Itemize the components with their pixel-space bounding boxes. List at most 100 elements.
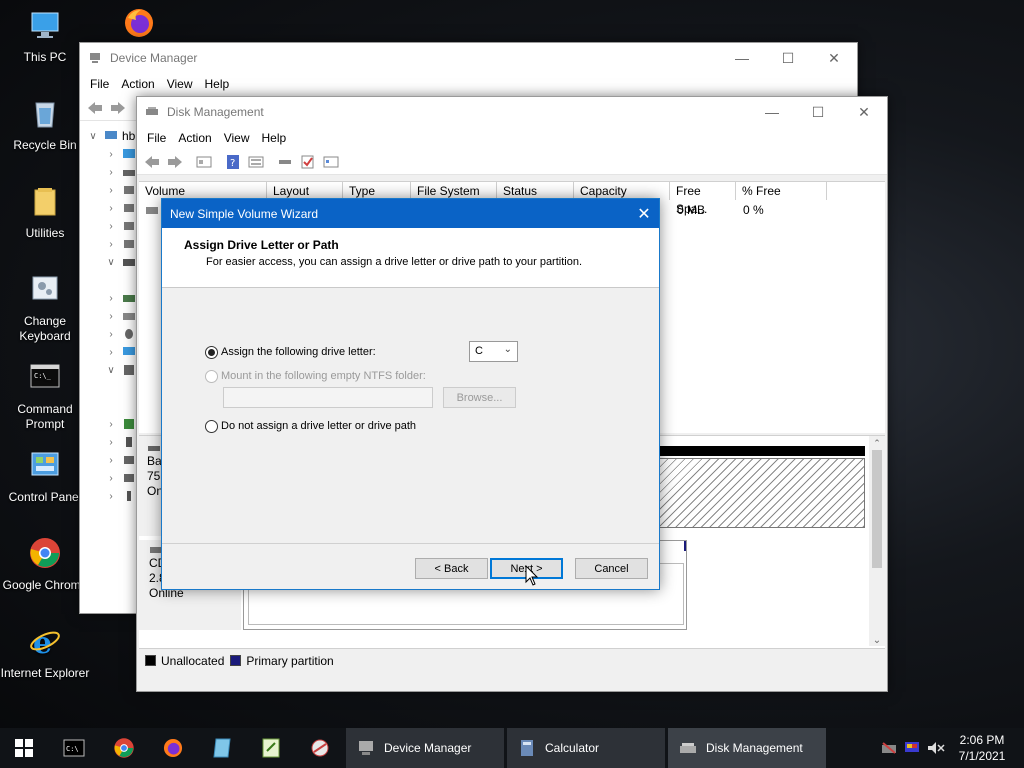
tree-item[interactable]: › <box>104 145 136 163</box>
scrollbar-thumb[interactable] <box>872 450 882 568</box>
tree-item[interactable]: ∨ <box>104 253 136 271</box>
desktop-icon-google-chrome[interactable]: Google Chrome <box>0 536 90 593</box>
settings-list-icon[interactable] <box>322 153 340 171</box>
menu-action[interactable]: Action <box>172 131 217 145</box>
tree-item[interactable]: › <box>104 199 136 217</box>
desktop-icon-firefox[interactable] <box>122 6 156 40</box>
forward-arrow-icon[interactable] <box>166 153 184 171</box>
cmd-icon: C:\_ <box>30 364 60 388</box>
volume-muted-icon[interactable] <box>926 728 946 768</box>
menu-action[interactable]: Action <box>115 77 160 91</box>
display-tray-icon[interactable] <box>903 728 921 768</box>
desktop-icon-change-keyboard-layout[interactable]: Change Keyboard Layout <box>0 272 90 344</box>
unallocated-region[interactable] <box>659 458 865 528</box>
taskbar-pin-editor[interactable] <box>251 728 291 768</box>
chevron-right-icon: › <box>109 184 113 196</box>
connect-icon[interactable] <box>276 153 294 171</box>
tree-item[interactable]: › <box>104 343 136 361</box>
tree-item[interactable]: › <box>104 289 136 307</box>
tree-item[interactable]: › <box>104 433 136 451</box>
menu-view[interactable]: View <box>161 77 199 91</box>
device-manager-menubar: File Action View Help <box>80 73 857 95</box>
primary-partition-bar <box>684 541 686 551</box>
notepad-icon <box>213 738 231 758</box>
tree-item[interactable]: › <box>104 181 136 199</box>
maximize-button[interactable]: ☐ <box>765 43 811 73</box>
taskbar-pin-notepad[interactable] <box>202 728 242 768</box>
taskbar-pin-cmd[interactable]: C:\ <box>54 728 94 768</box>
disk-management-titlebar[interactable]: Disk Management — ☐ ✕ <box>137 97 887 127</box>
tree-item[interactable]: ∨ <box>104 361 136 379</box>
browse-button[interactable]: Browse... <box>443 387 516 408</box>
mount-folder-path-input[interactable] <box>223 387 433 408</box>
control-panel-icon <box>31 452 59 476</box>
help-icon[interactable]: ? <box>224 153 242 171</box>
tree-item[interactable]: › <box>104 217 136 235</box>
tree-root[interactable]: ∨ hb <box>86 127 135 145</box>
tree-item[interactable]: › <box>104 415 136 433</box>
desktop-icon-internet-explorer[interactable]: e Internet Explorer <box>0 624 90 681</box>
wizard-titlebar[interactable]: New Simple Volume Wizard ✕ <box>162 199 659 228</box>
chevron-right-icon: › <box>109 454 113 466</box>
column-header-percent-free[interactable]: % Free <box>736 182 827 200</box>
taskbar-app-calculator[interactable]: Calculator <box>507 728 665 768</box>
menu-file[interactable]: File <box>141 131 172 145</box>
tree-item[interactable]: › <box>104 163 136 181</box>
list-view-icon[interactable] <box>247 153 265 171</box>
menu-view[interactable]: View <box>218 131 256 145</box>
vertical-scrollbar[interactable]: ⌃ ⌄ <box>869 436 885 646</box>
desktop-icon-command-prompt[interactable]: C:\_ Command Prompt <box>0 360 90 432</box>
legend-swatch-unallocated <box>145 655 156 666</box>
clock[interactable]: 2:06 PM 7/1/2021 <box>950 732 1014 764</box>
device-category-icon <box>124 222 134 230</box>
radio-no-drive-letter[interactable] <box>205 420 218 433</box>
device-manager-titlebar[interactable]: Device Manager — ☐ ✕ <box>80 43 857 73</box>
desktop-icon-utilities[interactable]: Utilities <box>0 184 90 241</box>
taskbar-app-device-manager[interactable]: Device Manager <box>346 728 504 768</box>
start-button[interactable] <box>0 728 48 768</box>
tree-item[interactable]: › <box>104 451 136 469</box>
desktop-icon-this-pc[interactable]: This PC <box>0 8 90 65</box>
radio-assign-drive-letter[interactable] <box>205 346 218 359</box>
taskbar-pin-snipping[interactable] <box>300 728 340 768</box>
desktop-icon-control-panel[interactable]: Control Panel <box>0 448 90 505</box>
back-button[interactable]: < Back <box>415 558 488 579</box>
cancel-button[interactable]: Cancel <box>575 558 648 579</box>
taskbar-pin-chrome[interactable] <box>104 728 144 768</box>
taskbar-pin-firefox[interactable] <box>153 728 193 768</box>
taskbar-app-disk-management[interactable]: Disk Management <box>668 728 826 768</box>
windows-logo-icon <box>15 739 33 757</box>
minimize-button[interactable]: — <box>719 43 765 73</box>
tree-item[interactable]: › <box>104 469 136 487</box>
properties-icon[interactable] <box>195 153 213 171</box>
scroll-up-arrow-icon[interactable]: ⌃ <box>869 436 885 450</box>
maximize-button[interactable]: ☐ <box>795 97 841 127</box>
radio-mount-ntfs-folder[interactable] <box>205 370 218 383</box>
column-header-free-space[interactable]: Free Spa... <box>670 182 736 216</box>
device-category-icon <box>123 295 135 302</box>
device-category-icon <box>124 474 134 482</box>
close-button[interactable]: ✕ <box>811 43 857 73</box>
forward-arrow-icon[interactable] <box>109 99 127 117</box>
network-tray-icon[interactable] <box>880 728 898 768</box>
tree-item[interactable]: › <box>104 325 136 343</box>
menu-help[interactable]: Help <box>256 131 293 145</box>
legend: Unallocated Primary partition <box>139 648 885 672</box>
tree-item[interactable]: › <box>104 307 136 325</box>
close-button[interactable]: ✕ <box>841 97 887 127</box>
new-simple-volume-wizard[interactable]: New Simple Volume Wizard ✕ Assign Drive … <box>161 198 660 590</box>
menu-help[interactable]: Help <box>199 77 236 91</box>
tree-item[interactable]: › <box>104 235 136 253</box>
menu-file[interactable]: File <box>84 77 115 91</box>
back-arrow-icon[interactable] <box>143 153 161 171</box>
minimize-button[interactable]: — <box>749 97 795 127</box>
close-icon[interactable]: ✕ <box>629 199 659 228</box>
chevron-right-icon: › <box>109 166 113 178</box>
check-icon[interactable] <box>299 153 317 171</box>
tree-item[interactable]: › <box>104 487 136 505</box>
desktop-icon-recycle-bin[interactable]: Recycle Bin <box>0 96 90 153</box>
back-arrow-icon[interactable] <box>86 99 104 117</box>
desktop-icon-label: This PC <box>23 50 67 64</box>
drive-letter-select[interactable]: C ⌄ <box>469 341 518 362</box>
scroll-down-arrow-icon[interactable]: ⌄ <box>869 635 885 646</box>
